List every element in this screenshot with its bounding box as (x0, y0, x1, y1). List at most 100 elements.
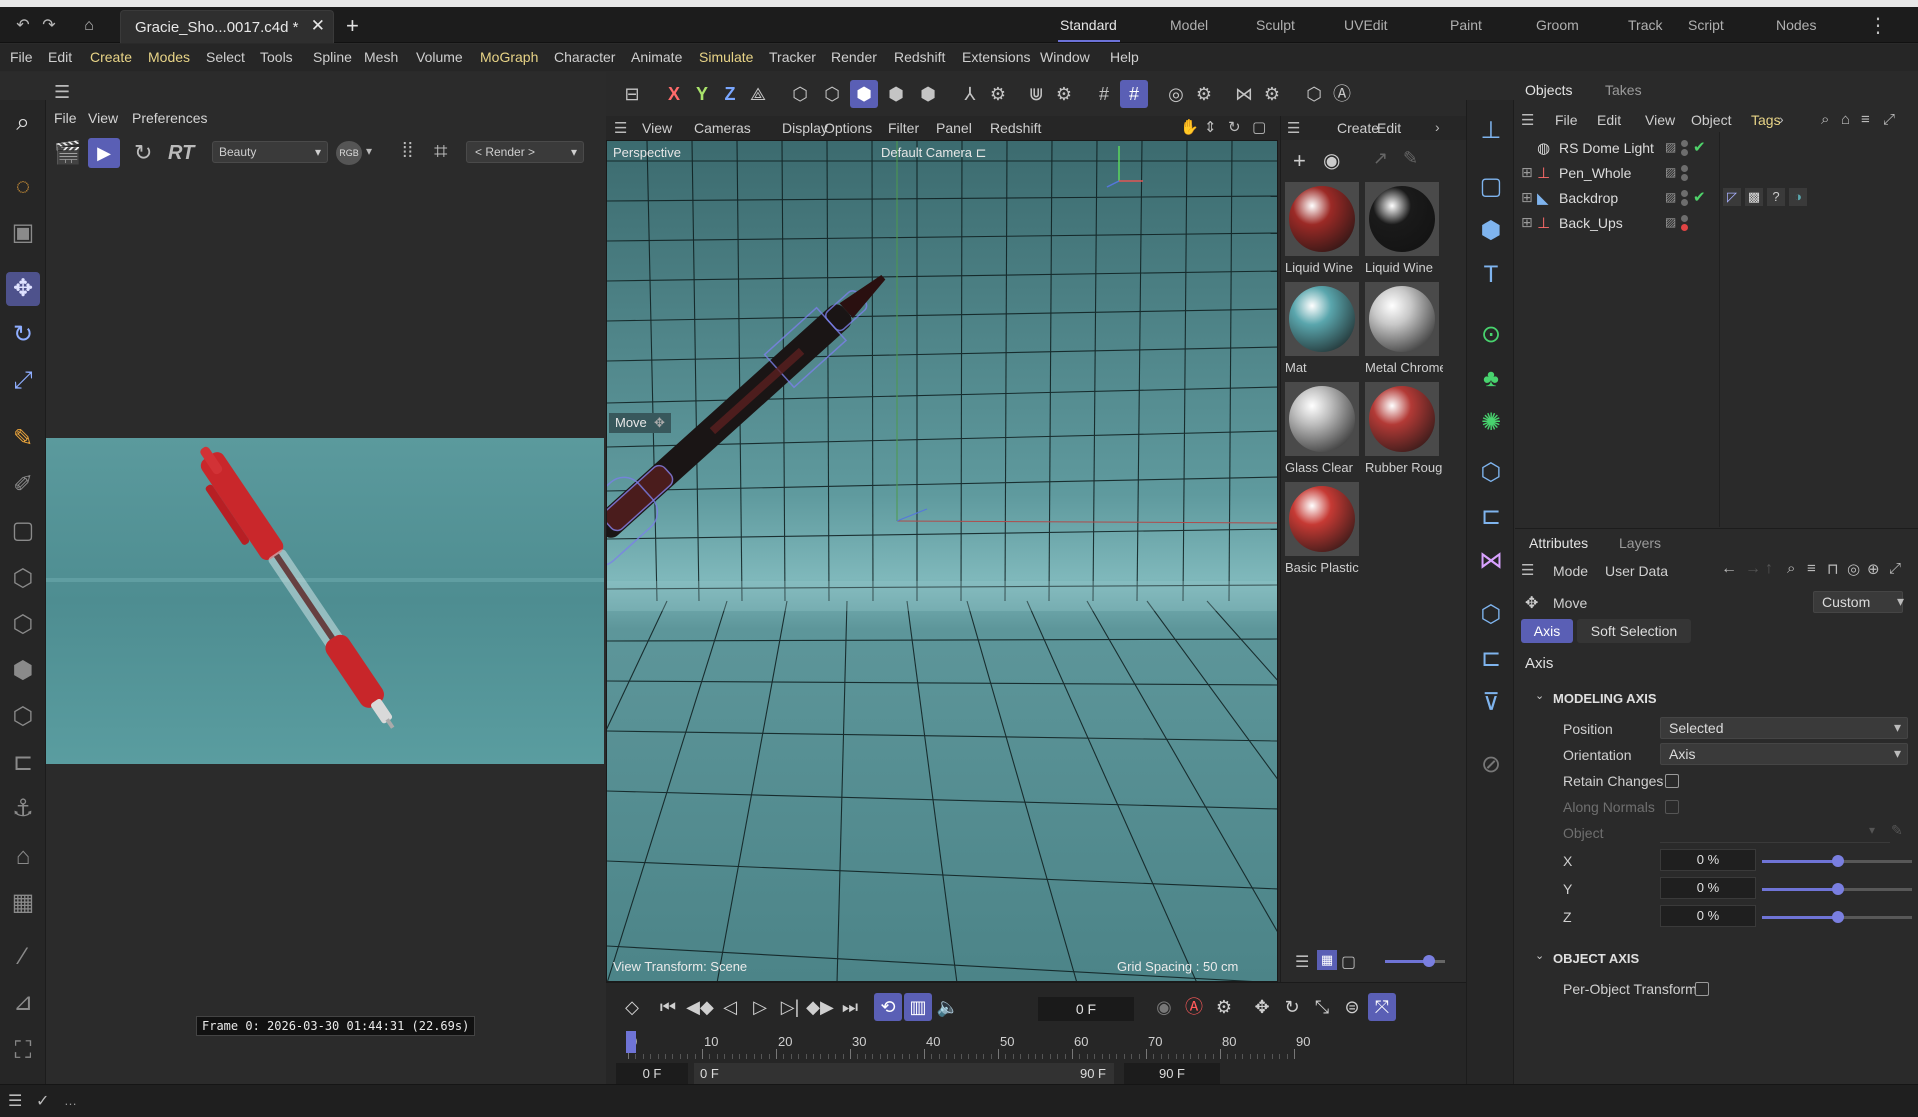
snap-icon[interactable]: ⚓ (6, 792, 40, 826)
slider-knob[interactable] (1832, 911, 1844, 923)
objects-menu-tags[interactable]: Tags (1751, 112, 1781, 128)
grid-dots-icon[interactable]: ⁞⁞ (402, 140, 413, 163)
sketch-icon[interactable]: ⊘ (1474, 748, 1508, 782)
field-icon[interactable]: ⬡ (1474, 456, 1508, 490)
points-mode-icon[interactable]: ⬡ (6, 562, 40, 596)
y-axis-button[interactable]: Y (688, 80, 716, 108)
attr-userdata-menu[interactable]: User Data (1605, 563, 1668, 579)
edit-visibility-icon[interactable]: ▨ (1665, 140, 1676, 154)
chevron-right-icon[interactable]: › (1435, 119, 1440, 135)
start-frame-field[interactable]: 0 F (616, 1063, 688, 1085)
slider-knob[interactable] (1832, 855, 1844, 867)
dolly-icon[interactable]: ⇕ (1204, 118, 1217, 136)
expand-icon[interactable]: ⊞ (1521, 214, 1533, 231)
preview-range-bar[interactable]: 0 F 90 F (694, 1063, 1114, 1085)
camera-icon[interactable]: ⊏ (1474, 642, 1508, 676)
viewport-menu-icon[interactable]: ⊟ (618, 80, 646, 108)
move-hud[interactable]: Move ✥ (609, 413, 671, 433)
objects-menu-object[interactable]: Object (1691, 112, 1731, 128)
mograph-icon[interactable]: ♣ (1474, 362, 1508, 396)
arrow-icon[interactable]: ↗ (1373, 148, 1388, 169)
add-tab-icon[interactable]: + (346, 13, 359, 39)
large-view-icon[interactable]: ▢ (1341, 952, 1356, 972)
pan-icon[interactable]: ✋ (1180, 118, 1199, 136)
thumbnail-size-slider[interactable] (1385, 955, 1445, 967)
menu-tools[interactable]: Tools (260, 49, 293, 65)
menu-spline[interactable]: Spline (313, 49, 352, 65)
hamburger-icon[interactable]: ☰ (614, 119, 627, 137)
target-icon[interactable]: ◎ (1847, 560, 1860, 578)
layout-tab-paint[interactable]: Paint (1450, 17, 1482, 33)
menu-help[interactable]: Help (1110, 49, 1139, 65)
menu-mograph[interactable]: MoGraph (480, 49, 538, 65)
magnet-icon[interactable]: ⋓ (1022, 80, 1050, 108)
tab-layers[interactable]: Layers (1619, 535, 1661, 551)
aov-select[interactable]: Beauty ▾ (212, 141, 328, 163)
menu-select[interactable]: Select (206, 49, 245, 65)
sound-icon[interactable]: 🔈 (934, 993, 962, 1021)
edit-visibility-icon[interactable]: ▨ (1665, 215, 1676, 229)
previous-frame-icon[interactable]: ◁ (716, 993, 744, 1021)
x-value-field[interactable]: 0 % (1660, 849, 1756, 871)
rotate-tool-icon[interactable]: ↻ (6, 318, 40, 352)
y-slider[interactable] (1762, 883, 1912, 895)
loop-icon[interactable]: ⟲ (874, 993, 902, 1021)
z-value-field[interactable]: 0 % (1660, 905, 1756, 927)
render-visibility-dot[interactable] (1681, 224, 1688, 231)
menu-file[interactable]: File (10, 49, 33, 65)
text-icon[interactable]: T (1474, 258, 1508, 292)
document-tab[interactable]: Gracie_Sho...0017.c4d * ✕ (120, 10, 334, 43)
scene-icon[interactable]: ⊽ (1474, 686, 1508, 720)
search-icon[interactable]: ⌕ (6, 106, 40, 140)
retain-changes-checkbox[interactable] (1665, 774, 1679, 788)
subtab-axis[interactable]: Axis (1521, 619, 1573, 643)
editor-visibility-dot[interactable] (1681, 140, 1688, 147)
check-icon[interactable]: ✓ (36, 1091, 49, 1111)
z-axis-button[interactable]: Z (716, 80, 744, 108)
viewport-menu-panel[interactable]: Panel (936, 120, 972, 136)
redshift-render-icon[interactable]: Ⓐ (1328, 80, 1356, 108)
y-value-field[interactable]: 0 % (1660, 877, 1756, 899)
search-icon[interactable]: ⌕ (1787, 560, 1795, 577)
light-icon[interactable]: ⬡ (1474, 598, 1508, 632)
render-image[interactable] (46, 438, 604, 764)
gear-icon[interactable]: ⚙ (1190, 80, 1218, 108)
brush-icon[interactable]: ⁄ (6, 940, 40, 974)
maximize-icon[interactable]: ⤢ (1889, 560, 1901, 577)
chevron-down-icon[interactable]: ⌄ (1535, 949, 1544, 962)
3d-viewport[interactable]: Perspective Default Camera ⊏ Move ✥ View… (606, 140, 1278, 982)
attr-mode-menu[interactable]: Mode (1553, 563, 1588, 579)
undo-icon[interactable]: ↶ (12, 15, 34, 37)
polygons-mode-icon[interactable]: ⬢ (6, 654, 40, 688)
ruler-icon[interactable]: ⊿ (6, 986, 40, 1020)
expand-icon[interactable]: ⊞ (1521, 164, 1533, 181)
orbit-icon[interactable]: ↻ (1228, 118, 1241, 136)
next-key-icon[interactable]: ◆▶ (806, 993, 834, 1021)
objects-menu-view[interactable]: View (1645, 112, 1675, 128)
render-visibility-dot[interactable] (1681, 174, 1688, 181)
objects-menu-file[interactable]: File (1555, 112, 1578, 128)
more-icon[interactable]: ⋮ (1868, 13, 1888, 38)
menu-simulate[interactable]: Simulate (699, 49, 753, 65)
keyframe-icon[interactable]: ◇ (618, 993, 646, 1021)
render-icon[interactable]: ◎ (1162, 80, 1190, 108)
model-mode-icon[interactable]: ⬢ (882, 80, 910, 108)
object-row[interactable]: ⊞ ⊥ Back_Ups ▨ (1515, 211, 1918, 236)
tag-material-icon[interactable]: ▩ (1745, 188, 1763, 206)
material-swatch[interactable]: Glass Clear (1283, 382, 1363, 480)
preset-select[interactable]: Custom ▾ (1813, 591, 1904, 613)
menu-animate[interactable]: Animate (631, 49, 682, 65)
go-to-start-icon[interactable]: ⏮ (654, 993, 682, 1021)
expand-icon[interactable]: ⊞ (1521, 189, 1533, 206)
home-icon[interactable]: ⌂ (1841, 111, 1850, 128)
menu-modes[interactable]: Modes (148, 49, 190, 65)
viewport-camera-label[interactable]: Default Camera ⊏ (881, 145, 987, 161)
gear-icon[interactable]: ⚙ (1050, 80, 1078, 108)
box-selection-icon[interactable]: ▣ (6, 216, 40, 250)
editor-visibility-dot[interactable] (1681, 165, 1688, 172)
model-mode-icon[interactable]: ⬡ (6, 700, 40, 734)
material-menu-edit[interactable]: Edit (1377, 120, 1401, 136)
new-window-icon[interactable]: ⊕ (1867, 560, 1880, 578)
current-frame-field[interactable]: 0 F (1038, 997, 1134, 1021)
layout-tab-script[interactable]: Script (1688, 17, 1724, 33)
